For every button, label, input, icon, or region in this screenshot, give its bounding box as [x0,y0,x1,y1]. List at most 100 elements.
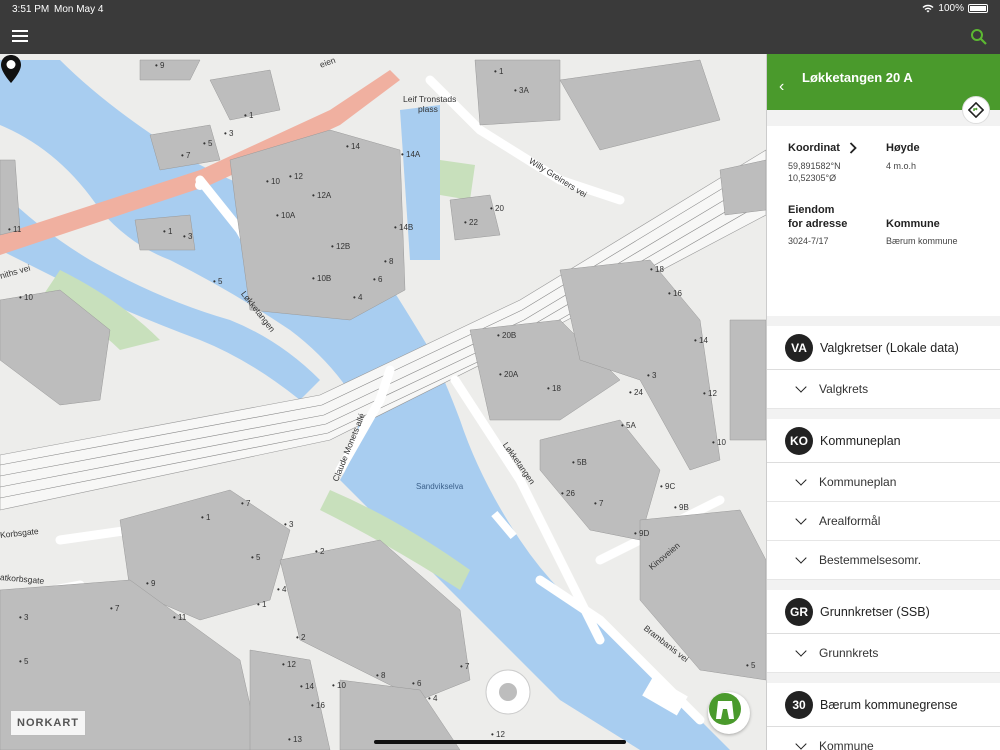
address-number: • 20 [490,204,504,213]
address-number: • 2 [296,633,306,642]
layer-subitem[interactable]: Kommuneplan [767,463,1000,502]
menu-line [12,30,28,32]
directions-button[interactable] [962,96,990,124]
layer-group: 30 Bærum kommunegrense Kommune [767,683,1000,750]
layer-group: VA Valgkretser (Lokale data) Valgkrets [767,326,1000,409]
layer-group-header[interactable]: 30 Bærum kommunegrense [767,683,1000,727]
address-number: • 5A [621,421,636,430]
layer-group-name: Kommuneplan [820,433,901,448]
address-number: • 9 [146,579,156,588]
address-number: • 8 [376,671,386,680]
layer-subitem[interactable]: Valgkrets [767,370,1000,409]
info-panel: ‹ Løkketangen 20 A Koordinat 59,891582°N… [766,54,1000,750]
layer-group: GR Grunnkretser (SSB) Grunnkrets [767,590,1000,673]
address-number: • 12 [282,660,296,669]
layer-group-name: Valgkretser (Lokale data) [820,340,959,355]
address-number: • 12 [289,172,303,181]
address-number: • 3 [224,129,234,138]
address-number: • 5 [213,277,223,286]
address-number: • 2 [315,547,325,556]
address-number: • 7 [594,499,604,508]
hamburger-menu-button[interactable] [12,30,28,44]
address-number: • 16 [668,289,682,298]
layer-badge: KO [785,426,813,455]
coordinate-label[interactable]: Koordinat [788,141,840,155]
address-number: • 9B [674,503,689,512]
layer-group-header[interactable]: GR Grunnkretser (SSB) [767,590,1000,634]
municipality-label: Kommune [886,218,940,230]
address-number: • 10 [332,681,346,690]
layer-subitem[interactable]: Kommune [767,727,1000,750]
address-number: • 12A [312,191,332,200]
layer-subitem-label: Valgkrets [819,382,869,396]
address-number: • 8 [384,257,394,266]
address-number: • 3A [514,86,529,95]
layer-subitem-label: Grunnkrets [819,646,879,660]
address-number: • 5B [572,458,587,467]
home-indicator [374,740,626,744]
address-number: • 11 [173,613,187,622]
wifi-icon [922,4,934,13]
address-number: • 1 [494,67,504,76]
layer-subitem[interactable]: Grunnkrets [767,634,1000,673]
address-number: • 14 [694,336,708,345]
layer-group-name: Grunnkretser (SSB) [820,604,930,619]
address-number: • 12 [703,389,717,398]
coordinate-lon: 10,52305°Ø [788,173,837,183]
battery-icon [968,4,988,13]
status-time: 3:51 PM [12,4,50,15]
battery-percent: 100% [938,3,964,14]
layer-group-header[interactable]: KO Kommuneplan [767,419,1000,463]
address-number: • 5 [746,661,756,670]
address-number: • 22 [464,218,478,227]
address-number: • 20B [497,331,517,340]
address-number: • 10 [712,438,726,447]
address-number: • 24 [629,388,643,397]
address-number: • 7 [110,604,120,613]
layer-groups: VA Valgkretser (Lokale data) Valgkrets KO Ko… [767,326,1000,750]
address-number: • 4 [353,293,363,302]
menu-line [12,40,28,42]
layer-badge: GR [785,597,813,626]
norkart-logo: NORKART [10,710,86,736]
address-number: • 14 [300,682,314,691]
address-number: • 14B [394,223,414,232]
brand-text: NORKART [17,717,79,729]
layer-subitem-label: Kommuneplan [819,475,897,489]
chevron-down-icon [795,474,807,486]
address-number: • 3 [284,520,294,529]
layers-button[interactable] [708,692,750,734]
layer-subitem[interactable]: Bestemmelsesomr. [767,541,1000,580]
search-icon[interactable] [970,28,988,46]
property-value: 3024-7/17 [788,236,829,246]
map-view[interactable]: • 9 • 1 • 3 • 5 • 7 • 11 • 3 • 1 • 5 • 14 • 14A • 1… [0,54,766,750]
back-button[interactable]: ‹ [779,78,784,96]
chevron-down-icon [795,645,807,657]
address-number: • 3 [647,371,657,380]
address-number: • 5 [19,657,29,666]
layer-badge: 30 [785,690,813,719]
height-label: Høyde [886,142,920,154]
address-number: • 4 [277,585,287,594]
chevron-down-icon [795,552,807,564]
address-number: • 7 [460,662,470,671]
map-layers-icon [709,693,741,725]
address-number: • 20A [499,370,519,379]
address-number: • 12B [331,242,351,251]
address-number: • 6 [373,275,383,284]
status-date: Mon May 4 [54,4,104,15]
layer-subitem[interactable]: Arealformål [767,502,1000,541]
address-info: Koordinat 59,891582°N 10,52305°Ø Høyde 4… [767,126,1000,316]
address-number: • 18 [547,384,561,393]
location-pin-icon[interactable] [0,54,22,84]
layer-group-name: Bærum kommunegrense [820,697,958,712]
address-number: • 1 [201,513,211,522]
address-number: • 11 [8,225,22,234]
layer-subitem-label: Kommune [819,739,874,750]
address-number: • 1 [257,600,267,609]
layer-group-header[interactable]: VA Valgkretser (Lokale data) [767,326,1000,370]
municipality-value: Bærum kommune [886,236,958,246]
address-number: • 12 [491,730,505,739]
address-number: • 10A [276,211,296,220]
chevron-right-icon[interactable] [849,142,857,154]
